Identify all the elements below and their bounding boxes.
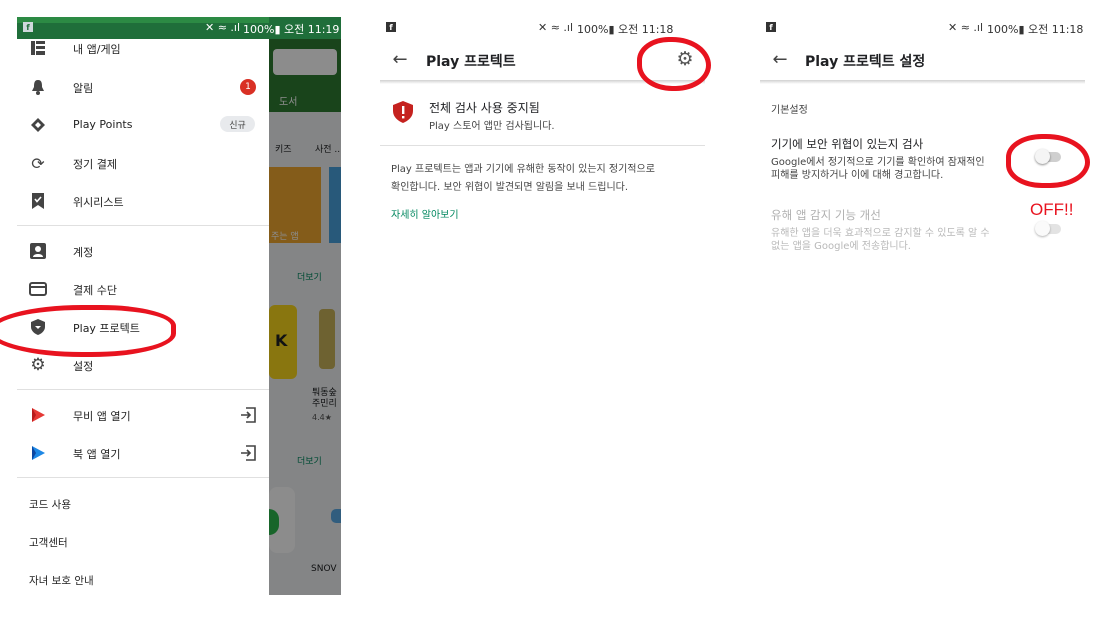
divider	[17, 389, 269, 390]
learn-more-link[interactable]: 자세히 알아보기	[391, 206, 459, 221]
menu-play-points[interactable]: Play Points	[73, 118, 132, 131]
refresh-icon: ⟳	[31, 153, 45, 173]
status-title: 전체 검사 사용 중지됨	[429, 101, 540, 115]
facebook-icon: f	[386, 22, 396, 32]
option1-desc-line2: 피해를 방지하거나 이에 대해 경고합니다.	[771, 170, 944, 181]
back-arrow-icon[interactable]: ←	[770, 49, 790, 70]
facebook-icon: f	[766, 22, 776, 32]
mute-wifi-signal-icons: ✕ ≈ .ıl	[538, 21, 574, 34]
option2-title: 유해 앱 감지 기능 개선	[771, 208, 881, 222]
apps-grid-icon	[29, 40, 47, 56]
bell-icon	[29, 78, 47, 96]
menu-open-movies[interactable]: 무비 앱 열기	[73, 408, 131, 424]
annotation-circle	[637, 37, 711, 91]
account-box-icon	[29, 242, 47, 260]
diamond-icon	[29, 116, 47, 134]
bookmark-check-icon	[29, 192, 47, 210]
annotation-off-text: OFF!!	[1030, 200, 1074, 219]
menu-wishlist[interactable]: 위시리스트	[73, 194, 124, 210]
menu-redeem[interactable]: 코드 사용	[29, 497, 71, 512]
scrim[interactable]	[269, 17, 341, 595]
new-tag: 신규	[220, 116, 255, 132]
divider	[17, 477, 269, 478]
play-protect-screen: f ✕ ≈ .ıl 100%▮ 오전 11:18 ← Play 프로텍트 ⚙ 전…	[380, 17, 705, 595]
credit-card-icon	[29, 280, 47, 298]
section-header: 기본설정	[771, 105, 808, 116]
toggle-knob	[1035, 221, 1050, 236]
mute-wifi-signal-icons: ✕ ≈ .ıl	[205, 21, 241, 34]
menu-account[interactable]: 계정	[73, 244, 93, 260]
page-title: Play 프로텍트 설정	[805, 54, 926, 70]
description-line1: Play 프로텍트는 앱과 기기에 유해한 동작이 있는지 정기적으로	[391, 164, 655, 175]
page-title: Play 프로텍트	[426, 54, 516, 70]
menu-open-books[interactable]: 북 앱 열기	[73, 446, 120, 462]
menu-my-apps[interactable]: 내 앱/게임	[73, 41, 121, 57]
status-subtitle: Play 스토어 앱만 검사됩니다.	[429, 121, 555, 132]
menu-help[interactable]: 고객센터	[29, 535, 68, 550]
menu-payment[interactable]: 결제 수단	[73, 282, 117, 298]
description-line2: 확인합니다. 보안 위협이 발견되면 알림을 보내 드립니다.	[391, 182, 629, 193]
mute-wifi-signal-icons: ✕ ≈ .ıl	[948, 21, 984, 34]
play-protect-settings-screen: f ✕ ≈ .ıl 100%▮ 오전 11:18 ← Play 프로텍트 설정 …	[760, 17, 1085, 595]
option1-title: 기기에 보안 위협이 있는지 검사	[771, 137, 924, 151]
status-time: 100%▮ 오전 11:18	[577, 23, 674, 36]
open-external-icon[interactable]	[239, 406, 257, 424]
menu-settings[interactable]: 설정	[73, 358, 93, 374]
facebook-icon: f	[23, 22, 33, 32]
play-movies-icon	[29, 406, 47, 424]
status-time: 100%▮ 오전 11:18	[987, 23, 1084, 36]
annotation-circle	[0, 305, 176, 357]
menu-parent-guide[interactable]: 자녀 보호 안내	[29, 573, 94, 588]
divider	[380, 145, 705, 146]
header-shadow	[760, 80, 1085, 84]
notification-badge: 1	[240, 79, 256, 95]
shield-warning-icon	[393, 101, 413, 123]
play-books-icon	[29, 444, 47, 462]
menu-notifications[interactable]: 알림	[73, 80, 93, 96]
divider	[17, 225, 269, 226]
back-arrow-icon[interactable]: ←	[390, 49, 410, 70]
open-external-icon[interactable]	[239, 444, 257, 462]
status-time: 100%▮ 오전 11:19	[243, 23, 340, 36]
option2-desc-line2: 없는 앱을 Google에 전송합니다.	[771, 241, 911, 252]
annotation-circle	[1006, 134, 1090, 188]
menu-subscriptions[interactable]: 정기 결제	[73, 156, 117, 172]
gear-icon: ⚙	[30, 355, 46, 375]
